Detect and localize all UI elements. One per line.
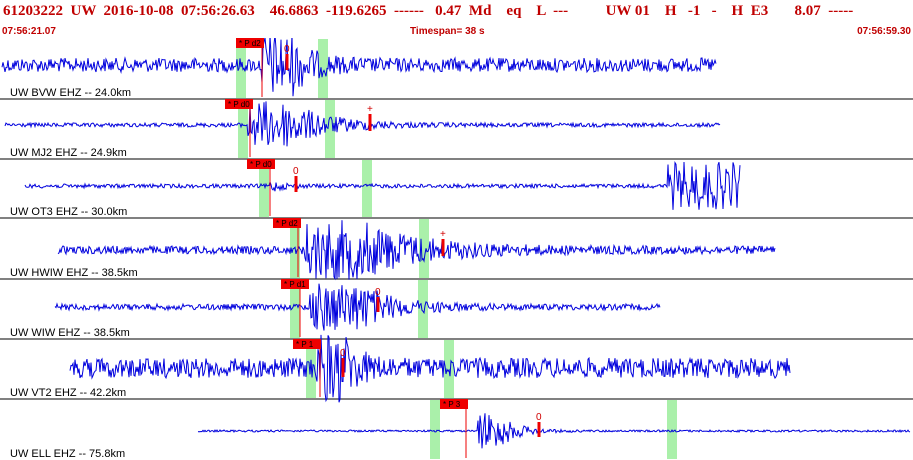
channel-row[interactable]: * P d2 + UW HWIW EHZ -- 38.5km	[10, 218, 776, 281]
time-window-marker	[418, 280, 428, 338]
p-pick-label: * P 3	[443, 400, 461, 409]
event-summary-line: 61203222 UW 2016-10-08 07:56:26.63 46.68…	[3, 3, 854, 19]
channel-row[interactable]: * P d0 0 UW OT3 EHZ -- 30.0km	[10, 159, 741, 218]
p-pick-label: * P d0	[250, 160, 272, 169]
channel-row[interactable]: * P d1 0 UW WIW EHZ -- 38.5km	[10, 279, 661, 339]
p-pick-label: * P d2	[239, 39, 261, 48]
start-time: 07:56:21.07	[2, 26, 56, 37]
time-window-marker	[430, 400, 440, 459]
channel-label: UW VT2 EHZ -- 42.2km	[10, 387, 126, 399]
channel-row[interactable]: * P 1 0 UW VT2 EHZ -- 42.2km	[10, 334, 791, 403]
channel-row[interactable]: * P d2 0 UW BVW EHZ -- 24.0km	[1, 38, 717, 99]
channel-label: UW WIW EHZ -- 38.5km	[10, 327, 130, 339]
coda-marker-symbol: 0	[293, 166, 299, 177]
channel-label: UW ELL EHZ -- 75.8km	[10, 448, 125, 460]
coda-marker-symbol: 0	[340, 348, 346, 359]
channel-label: UW OT3 EHZ -- 30.0km	[10, 206, 127, 218]
time-window-marker	[362, 160, 372, 217]
waveform-trace	[57, 220, 776, 281]
waveform-trace	[24, 161, 741, 210]
channel-label: UW MJ2 EHZ -- 24.9km	[10, 147, 127, 159]
p-pick-label: * P d2	[276, 219, 298, 228]
seismogram-panel[interactable]: * P d2 0 UW BVW EHZ -- 24.0km * P d0 + UW MJ2…	[0, 38, 913, 460]
coda-marker-symbol: +	[367, 104, 373, 115]
channel-label: UW BVW EHZ -- 24.0km	[10, 87, 131, 99]
end-time: 07:56:59.30	[857, 26, 911, 37]
waveform-trace	[197, 413, 911, 449]
coda-marker-symbol: 0	[284, 44, 290, 55]
channel-label: UW HWIW EHZ -- 38.5km	[10, 267, 138, 279]
coda-marker-symbol: +	[440, 229, 446, 240]
coda-marker-symbol: 0	[536, 412, 542, 423]
coda-marker-symbol: 0	[375, 287, 381, 298]
event-header: 61203222 UW 2016-10-08 07:56:26.63 46.68…	[0, 0, 913, 38]
waveform-trace	[4, 101, 721, 147]
p-pick-label: * P d0	[228, 100, 250, 109]
p-pick-label: * P d1	[284, 280, 306, 289]
timespan-label: Timespan= 38 s	[410, 26, 485, 37]
waveform-trace	[69, 334, 791, 403]
waveform-trace	[54, 283, 661, 331]
channel-row[interactable]: * P 3 0 UW ELL EHZ -- 75.8km	[10, 399, 911, 460]
channel-row[interactable]: * P d0 + UW MJ2 EHZ -- 24.9km	[4, 99, 721, 159]
p-pick-label: * P 1	[296, 340, 314, 349]
